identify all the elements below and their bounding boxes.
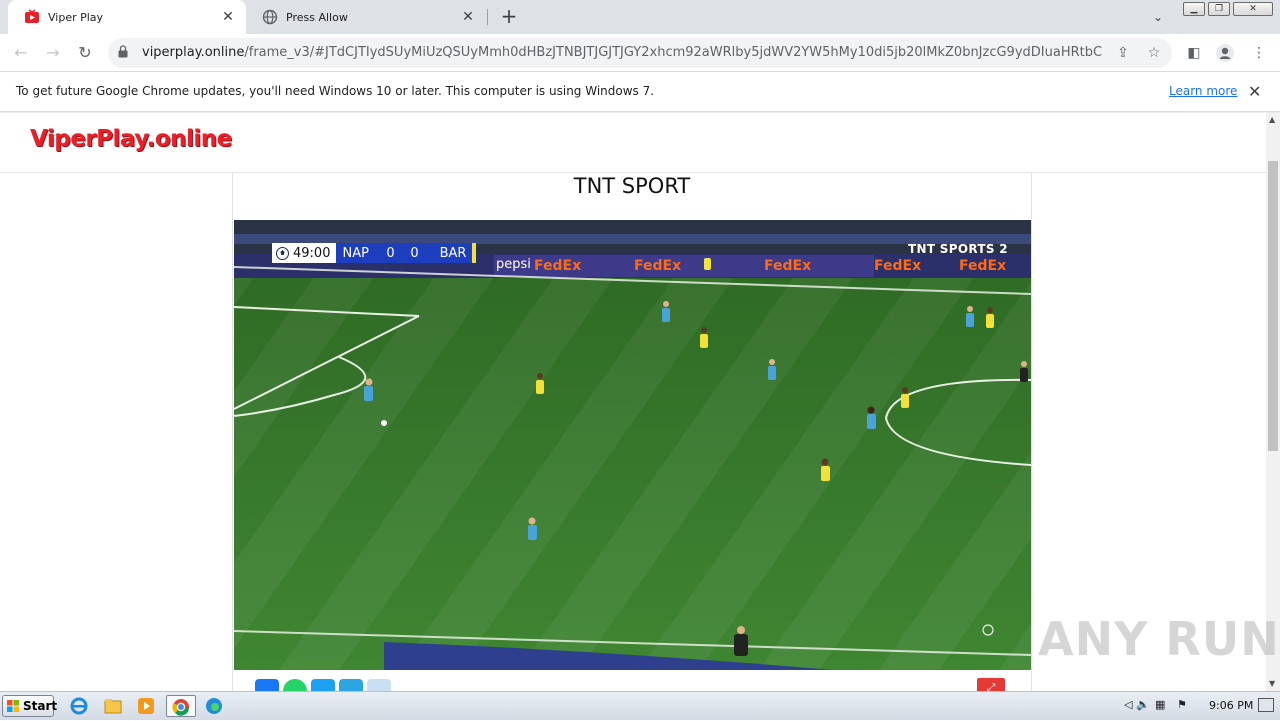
tab-press-allow[interactable]: Press Allow ✕ (246, 0, 486, 34)
new-tab-button[interactable]: + (498, 6, 520, 28)
away-kit-swatch (472, 243, 477, 263)
close-window-button[interactable]: ✕ (1233, 2, 1273, 16)
telegram-share-icon[interactable] (339, 679, 363, 691)
web-page: ViperPlay.online TNT SPORT FedEx FedEx F… (0, 113, 1266, 691)
fullscreen-button[interactable]: ⤢ (977, 678, 1005, 691)
champions-league-ball-icon (276, 246, 289, 260)
share-icon[interactable]: ⇪ (1112, 42, 1134, 64)
ad-board-text: FedEx (959, 258, 1006, 274)
file-explorer-icon[interactable] (102, 695, 126, 717)
more-share-icon[interactable] (367, 679, 391, 691)
twitter-share-icon[interactable] (311, 679, 335, 691)
ad-board-text: FedEx (874, 258, 921, 274)
address-bar[interactable]: viperplay.online/frame_v3/#JTdCJTIydSUyM… (108, 38, 1172, 68)
url-text: viperplay.online/frame_v3/#JTdCJTIydSUyM… (142, 45, 1102, 60)
close-infobar-icon[interactable]: ✕ (1248, 82, 1261, 101)
site-logo[interactable]: ViperPlay.online (30, 126, 232, 152)
back-arrow-icon[interactable]: ← (10, 42, 32, 64)
start-button[interactable]: Start (2, 695, 58, 717)
restore-button[interactable]: ❐ (1208, 2, 1230, 16)
tab-viper-play[interactable]: Viper Play ✕ (8, 0, 246, 34)
scoreboard: 49:00 NAP 0 0 BAR (272, 243, 477, 263)
start-label: Start (23, 699, 58, 713)
stream-container: TNT SPORT FedEx FedEx FedEx FedEx FedEx … (232, 173, 1032, 691)
channel-title: TNT SPORT (573, 174, 691, 198)
windows-flag-icon (7, 700, 19, 712)
learn-more-link[interactable]: Learn more (1169, 84, 1237, 98)
globe-icon (262, 9, 278, 25)
side-panel-icon[interactable]: ◧ (1183, 42, 1205, 64)
lock-icon (118, 45, 128, 58)
home-score: 0 (386, 245, 395, 261)
tab-strip: Viper Play ✕ Press Allow ✕ + ⌄ ▁ ❐ ✕ (0, 0, 1280, 34)
network-icon[interactable]: ▦ (1155, 698, 1165, 711)
ad-board-text: FedEx (764, 258, 811, 274)
ad-board-text: FedEx (634, 258, 681, 274)
tray-expand-icon[interactable]: ◁ (1124, 698, 1132, 711)
speaker-icon[interactable]: 🔈 (1136, 698, 1150, 711)
match-clock: 49:00 (293, 245, 331, 261)
share-buttons (255, 679, 391, 691)
media-player-icon[interactable] (135, 695, 159, 717)
whatsapp-share-icon[interactable] (283, 679, 307, 691)
site-header: ViperPlay.online (0, 113, 1266, 173)
close-tab-icon[interactable]: ✕ (460, 9, 476, 25)
ad-board-text: FedEx (534, 258, 581, 274)
chrome-taskbar-icon[interactable] (166, 695, 196, 717)
bookmark-star-icon[interactable]: ☆ (1143, 42, 1165, 64)
away-team: BAR (439, 245, 467, 261)
edge-icon[interactable] (203, 695, 227, 717)
show-desktop-button[interactable] (1258, 698, 1274, 712)
browser-toolbar: ← → ↻ viperplay.online/frame_v3/#JTdCJTI… (0, 34, 1280, 72)
tab-separator (487, 9, 488, 25)
tab-title: Viper Play (48, 10, 104, 24)
internet-explorer-icon[interactable] (68, 695, 92, 717)
facebook-share-icon[interactable] (255, 679, 279, 691)
action-center-flag-icon[interactable]: ⚑ (1177, 698, 1187, 711)
home-team: NAP (342, 245, 369, 261)
scroll-down-icon[interactable]: ▼ (1269, 679, 1275, 688)
broadcaster-logo: TNT SPORTS 2 (908, 242, 1008, 256)
update-infobar: To get future Google Chrome updates, you… (0, 72, 1280, 112)
video-player[interactable]: FedEx FedEx FedEx FedEx FedEx pepsi 49:0… (234, 220, 1031, 670)
match-video-frame: FedEx FedEx FedEx FedEx FedEx pepsi (234, 220, 1031, 670)
close-tab-icon[interactable]: ✕ (220, 9, 236, 25)
anyrun-watermark: ANY RUN (1038, 612, 1280, 666)
tab-title: Press Allow (286, 10, 348, 24)
reload-icon[interactable]: ↻ (74, 42, 96, 64)
scroll-thumb[interactable] (1268, 161, 1278, 451)
infobar-message: To get future Google Chrome updates, you… (16, 84, 655, 98)
scroll-up-icon[interactable]: ▲ (1269, 115, 1275, 124)
tab-search-chevron-icon[interactable]: ⌄ (1153, 10, 1163, 24)
ad-board-text: pepsi (496, 257, 531, 272)
minimize-button[interactable]: ▁ (1183, 2, 1205, 16)
forward-arrow-icon[interactable]: → (42, 42, 64, 64)
viperplay-favicon (24, 9, 40, 25)
system-clock[interactable]: 9:06 PM (1209, 699, 1253, 712)
windows-taskbar: Start ◁ 🔈 ▦ ⚑ 9:06 PM (0, 691, 1280, 720)
away-score: 0 (410, 245, 419, 261)
page-scrollbar[interactable]: ▲ ▼ (1266, 113, 1280, 691)
profile-avatar[interactable] (1214, 42, 1236, 64)
menu-dots-icon[interactable]: ⋮ (1248, 42, 1270, 64)
